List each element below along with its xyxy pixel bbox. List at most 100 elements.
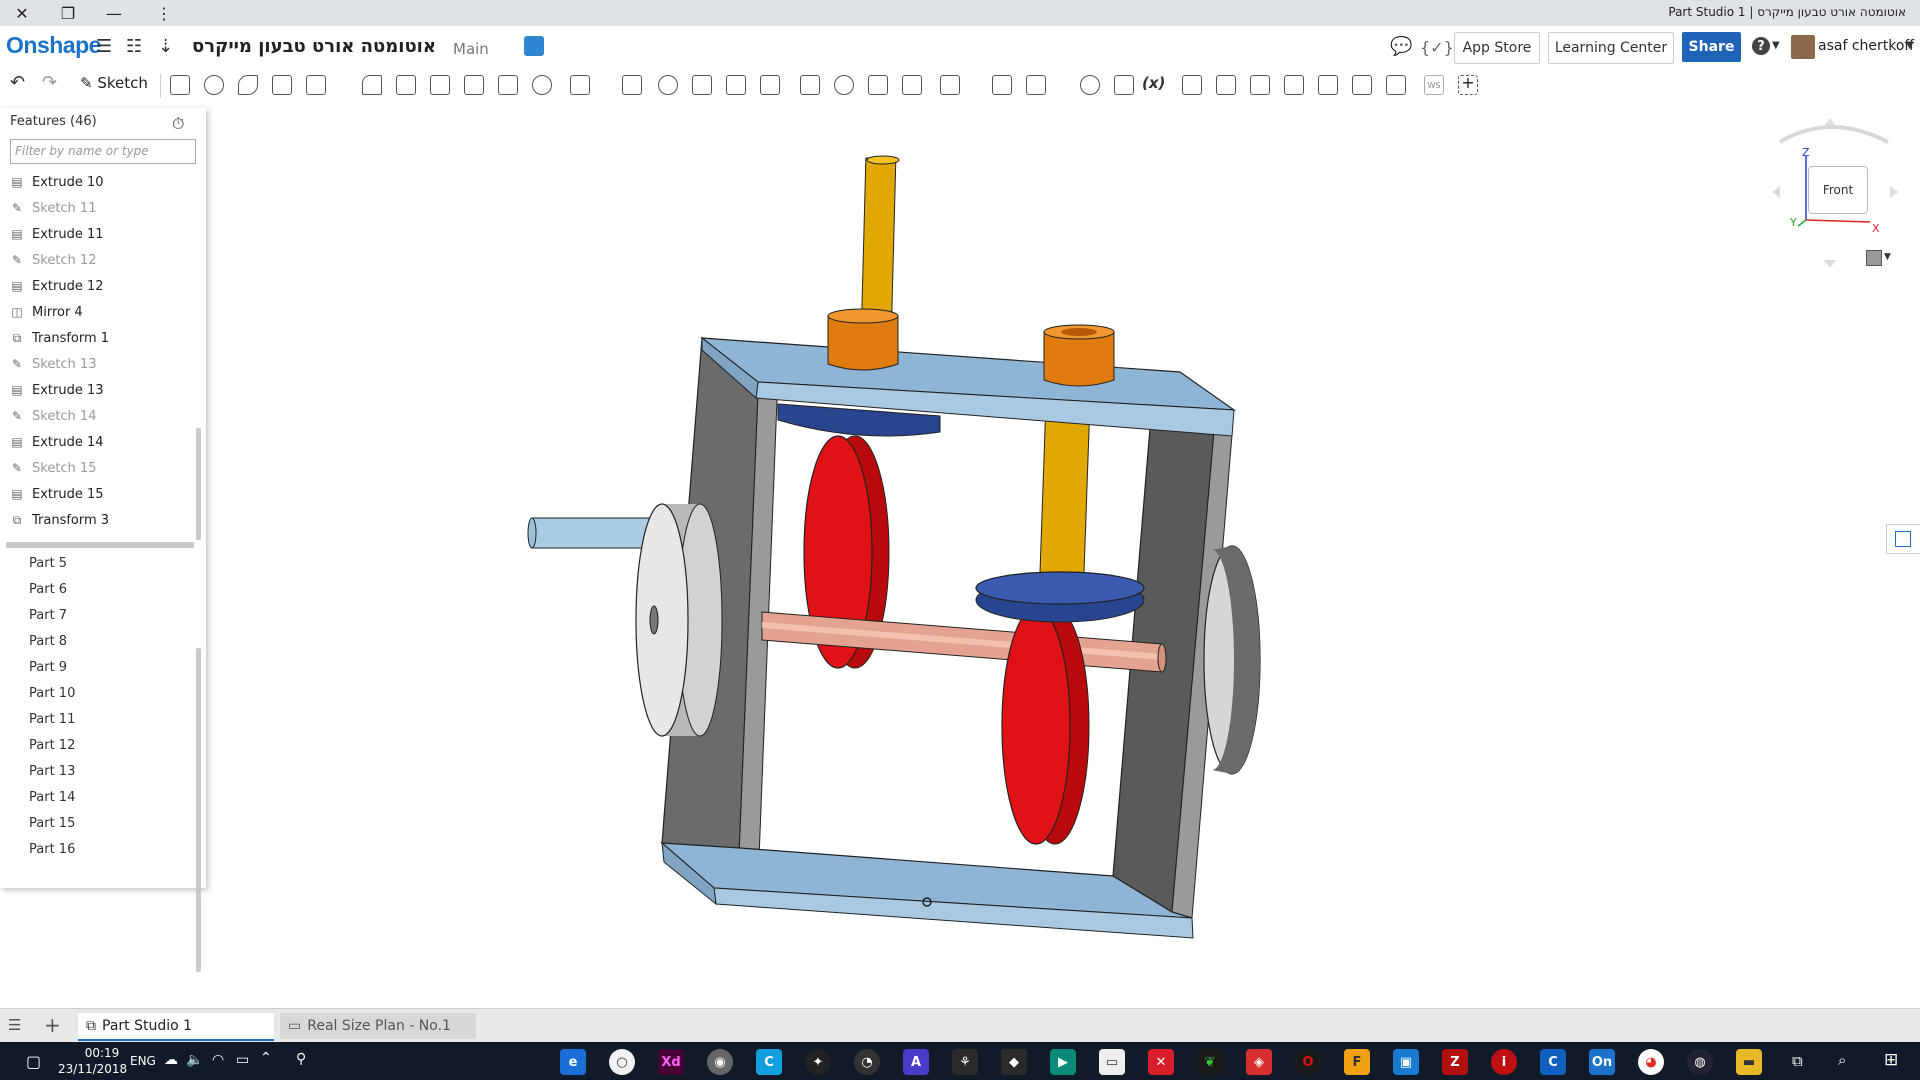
feature-row[interactable]: ▤ Extrude 11 (10, 224, 103, 244)
language-indicator[interactable]: ENG (130, 1054, 156, 1068)
view-options-chevron-icon[interactable]: ▼ (1884, 252, 1891, 262)
notification-icon[interactable]: ▢ (26, 1052, 41, 1071)
opera-icon[interactable]: O (1295, 1049, 1321, 1075)
feature-label: Sketch 15 (32, 460, 97, 476)
feature-row[interactable]: ✎ Sketch 11 (10, 198, 97, 218)
feature-row[interactable]: ✎ Sketch 14 (10, 406, 97, 426)
feature-row[interactable]: ✎ Sketch 12 (10, 250, 97, 270)
search-icon[interactable]: ⌕ (1838, 1051, 1846, 1069)
adobe-xd-icon[interactable]: Xd (658, 1049, 684, 1075)
wifi-icon[interactable]: ◠ (212, 1052, 224, 1068)
cortex-app-icon[interactable]: C (1540, 1049, 1566, 1075)
add-tab-icon[interactable]: + (44, 1013, 61, 1037)
windows-start-icon[interactable]: ⊞ (1884, 1050, 1898, 1070)
disc-app-icon[interactable]: ◉ (707, 1049, 733, 1075)
image-app-icon[interactable]: ▣ (1393, 1049, 1419, 1075)
part-row[interactable]: Part 9 (29, 660, 67, 680)
panel-splitter[interactable] (6, 542, 194, 548)
right-follower-rod[interactable] (1039, 419, 1090, 587)
part-row[interactable]: Part 11 (29, 712, 75, 732)
left-wheel[interactable] (635, 503, 689, 737)
part-row[interactable]: Part 6 (29, 582, 67, 602)
dragon-app-icon[interactable]: ⚘ (952, 1049, 978, 1075)
feature-row[interactable]: ▤ Extrude 14 (10, 432, 103, 452)
battery-icon[interactable]: ▭ (236, 1052, 249, 1068)
parts-scrollbar[interactable] (196, 648, 201, 972)
part-row[interactable]: Part 12 (29, 738, 75, 758)
feature-label: Mirror 4 (32, 304, 83, 320)
3d-viewport[interactable] (0, 0, 1920, 1008)
date: 23/11/2018 (58, 1062, 128, 1076)
edge-icon[interactable]: e (560, 1049, 586, 1075)
feature-label: Transform 3 (32, 512, 110, 528)
feature-row[interactable]: ⧉ Transform 1 (10, 328, 109, 348)
left-follower-rod[interactable] (861, 157, 897, 319)
c-app-icon[interactable]: C (756, 1049, 782, 1075)
feature-list-panel: Features (46) ⏱ Filter by name or type ▤… (0, 108, 206, 972)
right-cam[interactable] (1001, 607, 1071, 845)
view-cube[interactable]: Front Z X Y ▼ (1770, 116, 1900, 276)
circle-app-icon[interactable]: ○ (609, 1049, 635, 1075)
onedrive-icon[interactable]: ☁ (164, 1052, 178, 1068)
transform-icon: ⧉ (12, 512, 22, 527)
a-app-icon[interactable]: A (903, 1049, 929, 1075)
f-app-icon[interactable]: F (1344, 1049, 1370, 1075)
camshaft-end (1157, 643, 1167, 673)
right-bushing-hole (1061, 328, 1097, 336)
feature-row[interactable]: ✎ Sketch 15 (10, 458, 97, 478)
part-row[interactable]: Part 7 (29, 608, 67, 628)
play-app-icon[interactable]: ▶ (1050, 1049, 1076, 1075)
arrow-down-icon[interactable] (1824, 260, 1836, 268)
part-row[interactable]: Part 13 (29, 764, 75, 784)
arrow-right-icon[interactable] (1890, 186, 1898, 198)
part-row[interactable]: Part 14 (29, 790, 75, 810)
feature-row[interactable]: ▤ Extrude 15 (10, 484, 103, 504)
features-scrollbar[interactable] (196, 428, 201, 540)
davinci-resolve-icon[interactable]: ✦ (805, 1049, 831, 1075)
security-app-icon[interactable]: ◍ (1687, 1049, 1713, 1075)
feature-row[interactable]: ▤ Extrude 12 (10, 276, 103, 296)
arrow-left-icon[interactable] (1772, 186, 1780, 198)
appearance-panel-toggle[interactable] (1886, 524, 1920, 554)
info-app-icon[interactable]: i (1491, 1049, 1517, 1075)
tab-manager-icon[interactable]: ☰ (8, 1016, 21, 1034)
chrome-icon[interactable]: ◕ (1638, 1049, 1664, 1075)
right-follower-disc[interactable] (975, 571, 1145, 605)
feature-row[interactable]: ▤ Extrude 13 (10, 380, 103, 400)
part-row[interactable]: Part 10 (29, 686, 75, 706)
feature-filter-input[interactable]: Filter by name or type (10, 139, 196, 164)
obs-icon[interactable]: ◔ (854, 1049, 880, 1075)
part-row[interactable]: Part 16 (29, 842, 75, 862)
show-hidden-icons-icon[interactable]: ⌃ (260, 1050, 272, 1066)
tab-real-size-plan[interactable]: ▭ Real Size Plan - No.1 (280, 1013, 476, 1039)
people-icon[interactable]: ⚲ (296, 1051, 306, 1067)
clock[interactable]: 00:19 (74, 1046, 130, 1060)
feature-row[interactable]: ✎ Sketch 13 (10, 354, 97, 374)
right-bushing[interactable] (1043, 331, 1115, 387)
leaf-app-icon[interactable]: ❦ (1197, 1049, 1223, 1075)
rotate-arc-icon[interactable] (1778, 125, 1889, 144)
onshape-app-icon[interactable]: On (1589, 1049, 1615, 1075)
tab-part-studio-1[interactable]: ⧉ Part Studio 1 (78, 1013, 274, 1041)
feature-row[interactable]: ⧉ Transform 3 (10, 510, 109, 530)
sketchup-icon[interactable]: ◈ (1246, 1049, 1272, 1075)
filezilla-icon[interactable]: Z (1442, 1049, 1468, 1075)
view-options-cube-icon[interactable] (1866, 250, 1882, 266)
view-cube-front-face[interactable]: Front (1808, 166, 1868, 214)
x-app-icon[interactable]: ✕ (1148, 1049, 1174, 1075)
left-bushing[interactable] (827, 315, 899, 371)
file-explorer-icon[interactable]: ▬ (1736, 1049, 1762, 1075)
part-row[interactable]: Part 5 (29, 556, 67, 576)
monitor-app-icon[interactable]: ▭ (1099, 1049, 1125, 1075)
arrow-up-icon[interactable] (1824, 118, 1836, 126)
part-row[interactable]: Part 8 (29, 634, 67, 654)
part-row[interactable]: Part 15 (29, 816, 75, 836)
volume-icon[interactable]: 🔈 (186, 1052, 203, 1068)
y-axis-label: Y (1790, 216, 1797, 229)
rollback-timer-icon[interactable]: ⏱ (172, 114, 184, 134)
feature-row[interactable]: ◫ Mirror 4 (10, 302, 83, 322)
inkscape-icon[interactable]: ◆ (1001, 1049, 1027, 1075)
sketch-icon: ✎ (11, 357, 23, 371)
feature-row[interactable]: ▤ Extrude 10 (10, 172, 103, 192)
task-view-icon[interactable]: ⧉ (1792, 1052, 1803, 1070)
